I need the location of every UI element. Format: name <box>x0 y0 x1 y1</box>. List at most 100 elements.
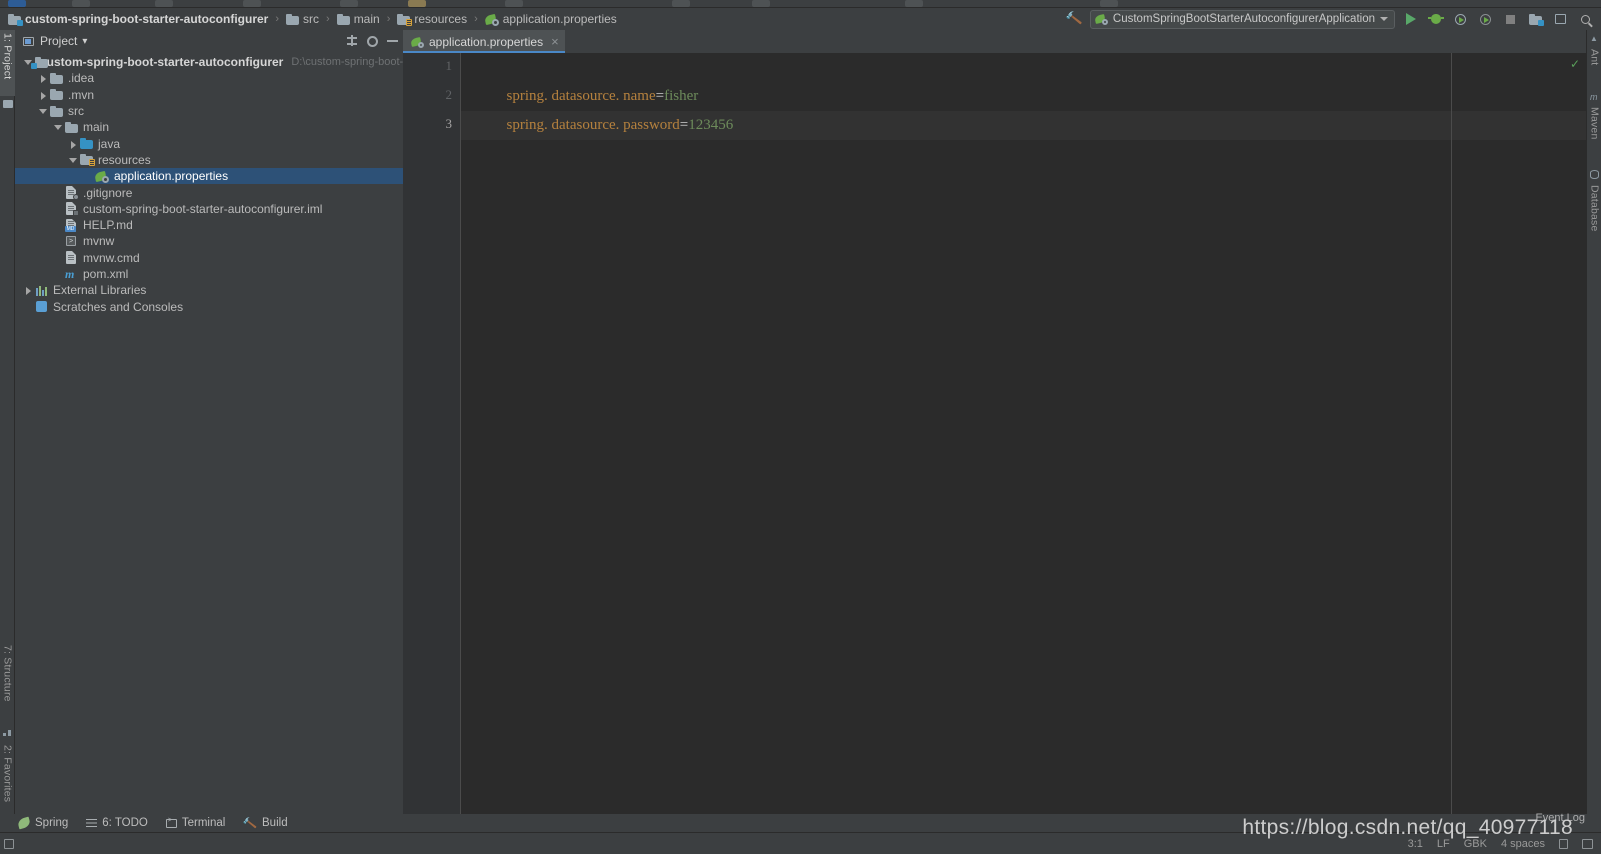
toolbar-icon-6[interactable] <box>408 0 426 7</box>
bottom-item-spring[interactable]: Spring <box>16 816 68 830</box>
profile-icon <box>1480 13 1491 25</box>
tree-node[interactable]: .gitignore <box>15 184 403 201</box>
inspection-status-icon[interactable]: ✓ <box>1570 57 1580 71</box>
iml-file-icon <box>65 202 79 217</box>
property-key: spring. datasource. password <box>506 117 680 133</box>
run-button[interactable] <box>1401 10 1420 29</box>
sidebar-item-ant[interactable]: Ant <box>1587 46 1601 78</box>
tree-node[interactable]: src <box>15 103 403 119</box>
chevron-right-icon[interactable] <box>38 90 48 100</box>
line-number: 3 <box>445 116 453 131</box>
toolbar-icon-10[interactable] <box>905 0 923 7</box>
maven-pom-icon: m <box>65 266 75 281</box>
settings-button[interactable] <box>1551 10 1570 29</box>
breadcrumb-item-main[interactable]: main <box>335 8 382 30</box>
tree-node[interactable]: main <box>15 119 403 135</box>
sidebar-item-favorites[interactable]: 2: Favorites <box>0 742 15 822</box>
indent-setting[interactable]: 4 spaces <box>1501 838 1545 850</box>
tree-node[interactable]: mvnw.cmd <box>15 250 403 266</box>
chevron-down-icon[interactable] <box>53 122 63 132</box>
bottom-item-build[interactable]: 🔨 Build <box>242 816 287 830</box>
chevron-down-icon[interactable]: ▾ <box>82 36 87 47</box>
search-everywhere-button[interactable] <box>1576 10 1595 29</box>
toolbar-icon-2[interactable] <box>72 0 90 7</box>
toolbar-icon-7[interactable] <box>505 0 523 7</box>
tree-node-path: D:\custom-spring-boot-star <box>291 56 403 69</box>
hide-panel-button[interactable] <box>383 32 401 50</box>
tree-node[interactable]: custom-spring-boot-starter-autoconfigure… <box>15 201 403 217</box>
lock-icon[interactable] <box>1559 838 1568 849</box>
sidebar-item-label: 2: Favorites <box>1 745 14 803</box>
toolbar-icon-11[interactable] <box>1100 0 1118 7</box>
caret-position[interactable]: 3:1 <box>1408 838 1423 850</box>
event-log-label[interactable]: Event Log <box>1535 812 1585 824</box>
run-configuration-name: CustomSpringBootStarterAutoconfigurerApp… <box>1112 13 1375 25</box>
sidebar-item-database[interactable]: Database <box>1587 182 1601 242</box>
project-structure-button[interactable] <box>1526 10 1545 29</box>
sidebar-item-maven[interactable]: Maven <box>1587 104 1601 152</box>
tree-node[interactable]: .idea <box>15 70 403 86</box>
ant-icon: ▲ <box>1590 34 1598 43</box>
tab-application-properties[interactable]: application.properties × <box>403 30 565 53</box>
editor-gutter[interactable]: 1 2 3 <box>403 53 461 824</box>
tree-node[interactable]: java <box>15 135 403 151</box>
breadcrumb-separator: › <box>326 13 330 25</box>
spring-properties-icon <box>410 36 424 48</box>
tree-node[interactable]: m pom.xml <box>15 266 403 282</box>
file-encoding[interactable]: GBK <box>1464 838 1487 850</box>
run-configuration-selector[interactable]: CustomSpringBootStarterAutoconfigurerApp… <box>1089 9 1395 29</box>
folder-icon <box>336 13 350 25</box>
tree-node[interactable]: .mvn <box>15 87 403 103</box>
breadcrumb-separator: › <box>275 13 280 25</box>
toolbar-icon-1[interactable] <box>8 0 26 7</box>
build-project-button[interactable]: 🔨 <box>1065 10 1084 29</box>
left-tool-strip: 1: Project 7: Structure 2: Favorites <box>0 30 15 824</box>
module-folder-icon <box>8 13 23 26</box>
folder-icon <box>50 72 63 84</box>
bottom-item-todo[interactable]: 6: TODO <box>86 817 148 829</box>
chevron-down-icon[interactable] <box>68 155 78 165</box>
resources-folder-icon <box>397 13 413 26</box>
code-editor[interactable]: 1 2 3 spring. datasource. name=fisher sp… <box>403 53 1586 824</box>
sidebar-item-structure[interactable]: 7: Structure <box>0 642 15 724</box>
memory-indicator[interactable] <box>1582 838 1593 849</box>
profile-button[interactable] <box>1476 10 1495 29</box>
chevron-right-icon[interactable] <box>38 73 48 84</box>
breadcrumb-item-module[interactable]: custom-spring-boot-starter-autoconfigure… <box>6 8 270 30</box>
tree-node[interactable]: Scratches and Consoles <box>15 298 403 314</box>
breadcrumb-item-resources[interactable]: resources <box>395 8 469 30</box>
markdown-file-icon: MD <box>65 218 78 232</box>
chevron-down-icon[interactable] <box>38 106 48 116</box>
tree-node-selected[interactable]: application.properties <box>15 168 403 185</box>
breadcrumb-item-src[interactable]: src <box>284 8 321 30</box>
tree-node[interactable]: MD HELP.md <box>15 217 403 233</box>
panel-settings-button[interactable] <box>363 32 381 50</box>
toolbar-icon-9[interactable] <box>752 0 770 7</box>
toggle-tool-windows-button[interactable] <box>0 838 18 849</box>
project-tree[interactable]: custom-spring-boot-starter-autoconfigure… <box>15 52 403 824</box>
stop-button[interactable] <box>1501 10 1520 29</box>
line-separator[interactable]: LF <box>1437 838 1450 850</box>
chevron-right-icon[interactable] <box>68 139 78 149</box>
sidebar-item-project[interactable]: 1: Project <box>0 30 15 96</box>
breadcrumb-item-file[interactable]: application.properties <box>483 8 619 30</box>
toolbar-icon-3[interactable] <box>155 0 173 7</box>
tree-node[interactable]: resources <box>15 152 403 168</box>
close-icon[interactable]: × <box>551 35 559 48</box>
toolbar-icon-8[interactable] <box>672 0 690 7</box>
spring-leaf-icon <box>16 816 32 830</box>
run-with-coverage-button[interactable] <box>1451 10 1470 29</box>
bottom-item-terminal[interactable]: Terminal <box>165 817 225 829</box>
tree-node[interactable]: custom-spring-boot-starter-autoconfigure… <box>15 54 403 70</box>
chevron-right-icon[interactable] <box>23 285 33 296</box>
debug-button[interactable] <box>1426 10 1445 29</box>
tree-node[interactable]: > mvnw <box>15 233 403 249</box>
tree-node[interactable]: External Libraries <box>15 282 403 298</box>
toolbar-icon-4[interactable] <box>243 0 261 7</box>
collapse-all-button[interactable] <box>343 32 361 50</box>
toolbar-icon-5[interactable] <box>340 0 358 7</box>
